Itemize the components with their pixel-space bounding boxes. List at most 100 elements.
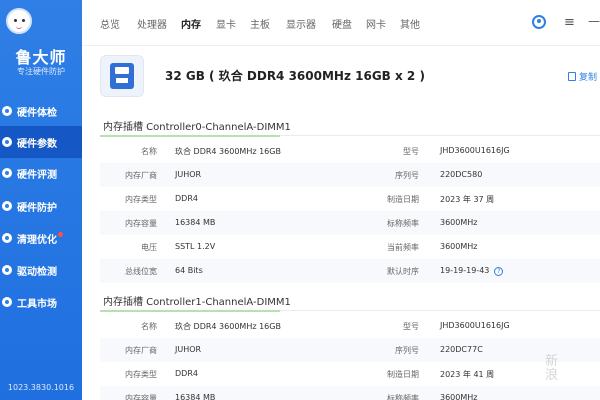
field-label-text: 内存类型 <box>125 195 157 204</box>
field-label: 型号 <box>403 146 419 157</box>
help-icon[interactable]: ? <box>494 267 504 276</box>
field-label: 默认时序 <box>387 266 419 277</box>
app-slogan: 专注硬件防护 <box>17 67 65 76</box>
tab-overview[interactable]: 总览 <box>100 16 120 31</box>
chip-icon <box>2 137 12 147</box>
field-label-text: 标称频率 <box>387 219 419 228</box>
field-label-text: 制造日期 <box>387 370 419 379</box>
field-value: 玖合 DDR4 3600MHz 16GB <box>175 321 281 332</box>
copy-button[interactable]: 复制 <box>568 70 597 83</box>
field-label-text: 默认时序 <box>387 267 419 276</box>
tab-cpu[interactable]: 处理器 <box>137 16 167 31</box>
field-label-text: 型号 <box>403 147 419 156</box>
field-value: JHD3600U1616JG <box>440 321 510 330</box>
tab-motherboard[interactable]: 主板 <box>250 16 270 31</box>
sidebar-item-cleanup[interactable]: 清理优化 <box>0 222 82 254</box>
field-value: 2023 年 37 周 <box>440 194 494 205</box>
sidebar-item-tool-market[interactable]: 工具市场 <box>0 286 82 318</box>
top-tab-bar: 总览 处理器 内存 显卡 主板 显示器 硬盘 网卡 其他 ≡ — <box>82 0 600 46</box>
field-label: 电压 <box>141 242 157 253</box>
version-number: 1023.3830.1016 <box>7 383 75 392</box>
field-value: JUHOR <box>175 170 201 179</box>
field-value: 19-19-19-43? <box>440 266 504 276</box>
field-value-text: SSTL 1.2V <box>175 242 216 251</box>
field-label: 内存厂商 <box>125 345 157 356</box>
shield-check-icon <box>2 106 12 116</box>
copy-label: 复制 <box>579 73 598 83</box>
copy-icon <box>568 72 576 81</box>
tab-other[interactable]: 其他 <box>400 16 420 31</box>
field-label-text: 电压 <box>141 243 157 252</box>
sidebar-item-hardware-params[interactable]: 硬件参数 <box>0 126 82 158</box>
field-value: 玖合 DDR4 3600MHz 16GB <box>175 146 281 157</box>
sidebar-item-hardware-benchmark[interactable]: 硬件评测 <box>0 157 82 189</box>
field-label: 名称 <box>141 321 157 332</box>
field-value-text: 2023 年 37 周 <box>440 195 495 204</box>
slot-title: 内存插槽 Controller0-ChannelA-DIMM1 <box>103 122 291 133</box>
field-label-text: 序列号 <box>395 171 419 180</box>
slot-title: 内存插槽 Controller1-ChannelA-DIMM1 <box>103 297 291 308</box>
field-label-text: 序列号 <box>395 346 419 355</box>
field-value-text: 16384 MB <box>175 393 216 400</box>
field-value-text: 19-19-19-43 <box>440 266 490 275</box>
field-label-text: 总线位宽 <box>125 267 157 276</box>
field-value: 220DC77C <box>440 345 483 354</box>
field-label-text: 名称 <box>141 147 157 156</box>
field-label: 制造日期 <box>387 369 419 380</box>
sidebar-item-hardware-check[interactable]: 硬件体检 <box>0 95 82 127</box>
minimize-icon[interactable]: — <box>588 14 600 28</box>
field-value: 3600MHz <box>440 218 477 227</box>
gauge-icon <box>2 168 12 178</box>
field-value-text: JHD3600U1616JG <box>440 321 510 330</box>
tab-network[interactable]: 网卡 <box>366 16 386 31</box>
tab-memory[interactable]: 内存 <box>181 16 201 31</box>
tab-gpu[interactable]: 显卡 <box>216 16 236 31</box>
app-logo: 鲁大师 专注硬件防护 <box>0 0 82 95</box>
sidebar-item-label: 工具市场 <box>17 298 57 310</box>
sidebar-item-hardware-protection[interactable]: 硬件防护 <box>0 190 82 222</box>
sidebar-item-driver-check[interactable]: 驱动检测 <box>0 254 82 286</box>
tab-monitor[interactable]: 显示器 <box>286 16 316 31</box>
field-value: 220DC580 <box>440 170 482 179</box>
field-label-text: 当前频率 <box>387 243 419 252</box>
sidebar-item-label: 驱动检测 <box>17 266 57 278</box>
field-label: 型号 <box>403 321 419 332</box>
field-label: 序列号 <box>395 345 419 356</box>
field-value: JUHOR <box>175 345 201 354</box>
field-value-text: DDR4 <box>175 369 198 378</box>
field-value-text: DDR4 <box>175 194 198 203</box>
field-value: DDR4 <box>175 194 198 203</box>
notification-dot <box>58 231 63 237</box>
field-value-text: 3600MHz <box>440 218 478 227</box>
sidebar-item-label: 清理优化 <box>17 234 57 246</box>
field-value-text: 3600MHz <box>440 242 478 251</box>
watermark: 新 浪 <box>545 354 559 384</box>
field-label: 制造日期 <box>387 194 419 205</box>
field-label-text: 型号 <box>403 322 419 331</box>
sidebar: 鲁大师 专注硬件防护 硬件体检 硬件参数 硬件评测 硬件防护 清理优化 驱动检测… <box>0 0 82 400</box>
menu-icon[interactable]: ≡ <box>564 16 575 29</box>
user-icon[interactable] <box>532 15 546 29</box>
memory-summary: 32 GB ( 玖合 DDR4 3600MHz 16GB x 2 ) <box>165 69 425 83</box>
field-value-text: 玖合 DDR4 3600MHz 16GB <box>175 147 281 156</box>
field-value-text: JUHOR <box>175 345 202 354</box>
field-value-text: JHD3600U1616JG <box>440 146 510 155</box>
field-value-text: 玖合 DDR4 3600MHz 16GB <box>175 322 281 331</box>
field-label: 序列号 <box>395 170 419 181</box>
sidebar-item-label: 硬件防护 <box>17 202 57 214</box>
field-label: 当前频率 <box>387 242 419 253</box>
field-label: 名称 <box>141 146 157 157</box>
shield-icon <box>2 201 12 211</box>
sidebar-item-label: 硬件参数 <box>17 138 57 150</box>
field-label: 内存类型 <box>125 369 157 380</box>
field-value: 2023 年 41 周 <box>440 369 494 380</box>
field-label-text: 内存厂商 <box>125 171 157 180</box>
field-label-text: 内存类型 <box>125 370 157 379</box>
field-label: 总线位宽 <box>125 266 157 277</box>
field-value: SSTL 1.2V <box>175 242 215 251</box>
field-value-text: JUHOR <box>175 170 202 179</box>
field-label: 内存类型 <box>125 194 157 205</box>
section-accent <box>100 135 280 137</box>
field-value: 16384 MB <box>175 393 215 400</box>
tab-disk[interactable]: 硬盘 <box>332 16 352 31</box>
